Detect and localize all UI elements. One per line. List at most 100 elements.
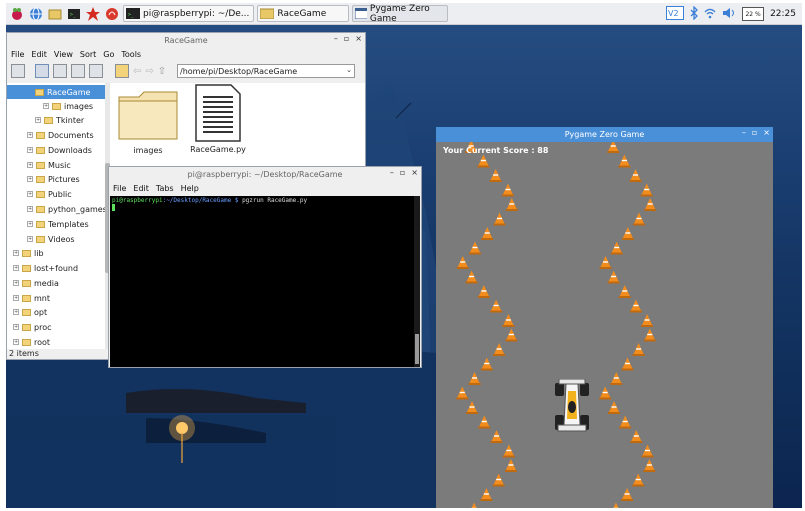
expander-icon[interactable]: + xyxy=(27,206,33,212)
expander-icon[interactable]: + xyxy=(13,295,19,301)
wolfram-icon[interactable] xyxy=(103,6,120,22)
minimize-button[interactable]: – xyxy=(390,168,394,177)
tree-item-label: root xyxy=(34,337,51,347)
file-item-images[interactable]: images xyxy=(113,89,183,155)
tree-item-label: mnt xyxy=(34,293,50,303)
menu-view[interactable]: View xyxy=(54,50,73,59)
tree-item-lib[interactable]: + lib xyxy=(13,246,44,260)
menu-help[interactable]: Help xyxy=(181,184,199,193)
volume-icon[interactable] xyxy=(722,7,736,21)
raspberry-menu-icon[interactable] xyxy=(8,6,25,22)
icon-view-icon[interactable] xyxy=(35,64,49,78)
tree-item-media[interactable]: + media xyxy=(13,276,59,290)
traffic-cone-icon xyxy=(613,502,619,508)
forward-icon[interactable]: ⇨ xyxy=(145,66,153,77)
folder-icon xyxy=(36,175,45,183)
close-button[interactable]: × xyxy=(355,34,362,43)
tree-item-racegame[interactable]: RaceGame xyxy=(7,85,105,99)
maximize-button[interactable]: ▫ xyxy=(344,34,349,43)
list-view-icon[interactable] xyxy=(89,64,103,78)
tree-item-python-games[interactable]: + python_games xyxy=(27,202,107,216)
menu-file[interactable]: File xyxy=(113,184,126,193)
maximize-button[interactable]: ▫ xyxy=(752,128,757,137)
back-icon[interactable]: ⇦ xyxy=(133,66,141,77)
expander-icon[interactable]: + xyxy=(27,221,33,227)
menu-edit[interactable]: Edit xyxy=(31,50,47,59)
close-button[interactable]: × xyxy=(411,168,418,177)
menu-file[interactable]: File xyxy=(11,50,24,59)
bluetooth-icon[interactable] xyxy=(690,5,698,22)
expander-icon[interactable]: + xyxy=(13,265,19,271)
tree-item-proc[interactable]: + proc xyxy=(13,320,51,334)
mathematica-icon[interactable] xyxy=(84,6,101,22)
expander-icon[interactable]: + xyxy=(13,250,19,256)
tree-item-public[interactable]: + Public xyxy=(27,187,72,201)
traffic-cone-icon xyxy=(466,401,478,414)
new-folder-icon[interactable] xyxy=(115,64,129,78)
tree-item-opt[interactable]: + opt xyxy=(13,305,47,319)
maximize-button[interactable]: ▫ xyxy=(400,168,405,177)
sidebar-toggle-icon[interactable] xyxy=(11,64,25,78)
terminal-menubar: File Edit Tabs Help xyxy=(109,182,421,195)
compact-view-icon[interactable] xyxy=(71,64,85,78)
close-button[interactable]: × xyxy=(763,128,770,137)
tree-item-templates[interactable]: + Templates xyxy=(27,217,89,231)
task-terminal[interactable]: >_ pi@raspberrypi: ~/De... xyxy=(123,5,255,22)
menu-sort[interactable]: Sort xyxy=(80,50,96,59)
tree-item-documents[interactable]: + Documents xyxy=(27,128,94,142)
expander-icon[interactable]: + xyxy=(27,147,33,153)
expander-icon[interactable]: + xyxy=(27,236,33,242)
tree-item-lost-found[interactable]: + lost+found xyxy=(13,261,78,275)
traffic-cone-icon xyxy=(468,241,481,255)
tree-item-downloads[interactable]: + Downloads xyxy=(27,143,92,157)
terminal-titlebar[interactable]: pi@raspberrypi: ~/Desktop/RaceGame – ▫ × xyxy=(109,167,421,182)
up-icon[interactable]: ⇧ xyxy=(158,66,166,77)
expander-icon[interactable]: + xyxy=(43,103,49,109)
task-file-manager[interactable]: RaceGame xyxy=(257,5,350,22)
file-manager-titlebar[interactable]: RaceGame – ▫ × xyxy=(7,33,365,48)
minimize-button[interactable]: – xyxy=(334,34,338,43)
expander-icon[interactable]: + xyxy=(13,280,19,286)
wifi-icon[interactable] xyxy=(704,7,716,21)
tree-item-pictures[interactable]: + Pictures xyxy=(27,172,80,186)
tree-item-tkinter[interactable]: + Tkinter xyxy=(35,113,84,127)
tree-item-music[interactable]: + Music xyxy=(27,158,71,172)
terminal-output[interactable]: pi@raspberrypi:~/Desktop/RaceGame $ pgzr… xyxy=(110,196,420,367)
terminal-scrollbar[interactable] xyxy=(414,196,420,367)
expander-icon[interactable]: + xyxy=(27,176,33,182)
path-input[interactable]: /home/pi/Desktop/RaceGame ⌄ xyxy=(177,64,355,78)
expander-icon[interactable]: + xyxy=(13,324,19,330)
tree-item-images[interactable]: + images xyxy=(43,99,93,113)
expander-icon[interactable]: + xyxy=(13,339,19,345)
tree-item-root[interactable]: + root xyxy=(13,335,50,349)
web-browser-icon[interactable] xyxy=(27,6,44,22)
pygame-titlebar[interactable]: Pygame Zero Game – ▫ × xyxy=(436,127,773,142)
task-pygame[interactable]: Pygame Zero Game xyxy=(352,4,449,24)
task-label: RaceGame xyxy=(277,8,327,19)
thumbnail-view-icon[interactable] xyxy=(53,64,67,78)
minimize-button[interactable]: – xyxy=(742,128,746,137)
expander-icon[interactable]: + xyxy=(27,162,33,168)
menu-tools[interactable]: Tools xyxy=(121,50,141,59)
expander-icon[interactable]: + xyxy=(35,117,41,123)
file-item-racegame-py[interactable]: RaceGame.py xyxy=(183,83,253,154)
chevron-down-icon[interactable]: ⌄ xyxy=(346,66,352,74)
expander-icon[interactable]: + xyxy=(27,191,33,197)
menu-edit[interactable]: Edit xyxy=(133,184,149,193)
tree-item-videos[interactable]: + Videos xyxy=(27,232,75,246)
tree-item-mnt[interactable]: + mnt xyxy=(13,291,50,305)
game-canvas[interactable]: Your Current Score : 88 xyxy=(436,142,773,508)
menu-tabs[interactable]: Tabs xyxy=(156,184,174,193)
expander-icon[interactable]: + xyxy=(13,309,19,315)
file-name: RaceGame.py xyxy=(190,145,246,154)
clock[interactable]: 22:25 xyxy=(770,9,796,19)
scrollbar-thumb[interactable] xyxy=(415,334,419,364)
vnc-icon[interactable]: V2 xyxy=(666,6,685,22)
terminal-icon[interactable]: >_ xyxy=(65,6,82,22)
folder-icon xyxy=(260,8,275,19)
expander-icon[interactable]: + xyxy=(27,132,33,138)
tree-item-label: RaceGame xyxy=(47,87,91,97)
file-manager-icon[interactable] xyxy=(46,6,63,22)
menu-go[interactable]: Go xyxy=(103,50,114,59)
tree-item-label: lost+found xyxy=(34,263,79,273)
